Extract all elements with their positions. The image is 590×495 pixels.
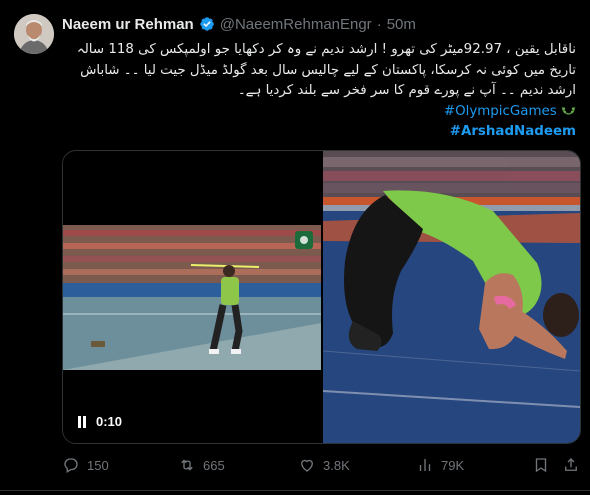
divider-line — [0, 490, 590, 491]
bookmark-button[interactable] — [532, 456, 550, 474]
video-controls: 0:10 — [77, 414, 122, 429]
olympic-wreath-icon — [561, 106, 576, 115]
separator-dot: · — [376, 15, 382, 33]
hashtag-line: #OlympicGames — [62, 102, 576, 123]
tweet-header: Naeem ur Rehman @NaeemRehmanEngr · 50m — [62, 14, 416, 34]
repost-button[interactable]: 665 — [178, 456, 225, 474]
like-icon — [301, 459, 313, 472]
video-frame — [63, 225, 321, 370]
tweet-text: ناقابل یقین ، 92.97میٹر کی تھرو ! ارشد ن… — [62, 40, 576, 143]
hashtag-olympic-games[interactable]: #OlympicGames — [444, 104, 557, 119]
reply-count: 150 — [87, 457, 109, 473]
video-time: 0:10 — [96, 414, 123, 429]
reply-icon — [64, 458, 78, 473]
video-player[interactable]: 0:10 — [63, 151, 321, 443]
share-icon — [565, 458, 577, 471]
reply-button[interactable]: 150 — [62, 456, 109, 474]
avatar-photo — [14, 14, 54, 54]
views-button[interactable]: 79K — [416, 456, 464, 474]
author-handle[interactable]: @NaeemRehmanEngr — [220, 16, 372, 33]
tweet-text-line: تاریخ میں کوئی نہ کرسکا، پاکستان کے لیے … — [80, 62, 576, 78]
views-icon — [419, 459, 431, 471]
hashtag-arshad-nadeem[interactable]: #ArshadNadeem — [450, 124, 576, 139]
action-bar: 150 665 3.8K 79K — [62, 454, 580, 476]
tweet-text-line: ارشد ندیم ۔۔ آپ نے پورے قوم کا سر فخر سے… — [237, 83, 576, 98]
hashtag-line: #ArshadNadeem — [62, 122, 576, 143]
views-count: 79K — [441, 457, 465, 473]
athlete-kneeling-image — [323, 151, 580, 443]
javelin-stadium-image — [63, 225, 321, 370]
pause-icon[interactable] — [77, 415, 87, 428]
media-grid: 0:10 — [62, 150, 581, 444]
repost-count: 665 — [203, 457, 225, 473]
like-button[interactable]: 3.8K — [298, 456, 350, 474]
author-name[interactable]: Naeem ur Rehman — [62, 16, 194, 33]
timestamp[interactable]: 50m — [387, 16, 416, 33]
like-count: 3.8K — [323, 457, 350, 473]
verified-badge-icon — [200, 17, 214, 31]
photo-image[interactable] — [323, 151, 580, 443]
repost-icon — [181, 459, 193, 471]
tweet-text-line: ناقابل یقین ، 92.97میٹر کی تھرو ! ارشد ن… — [76, 42, 576, 57]
avatar[interactable] — [14, 14, 54, 54]
bookmark-icon — [535, 458, 547, 473]
share-button[interactable] — [562, 456, 580, 474]
